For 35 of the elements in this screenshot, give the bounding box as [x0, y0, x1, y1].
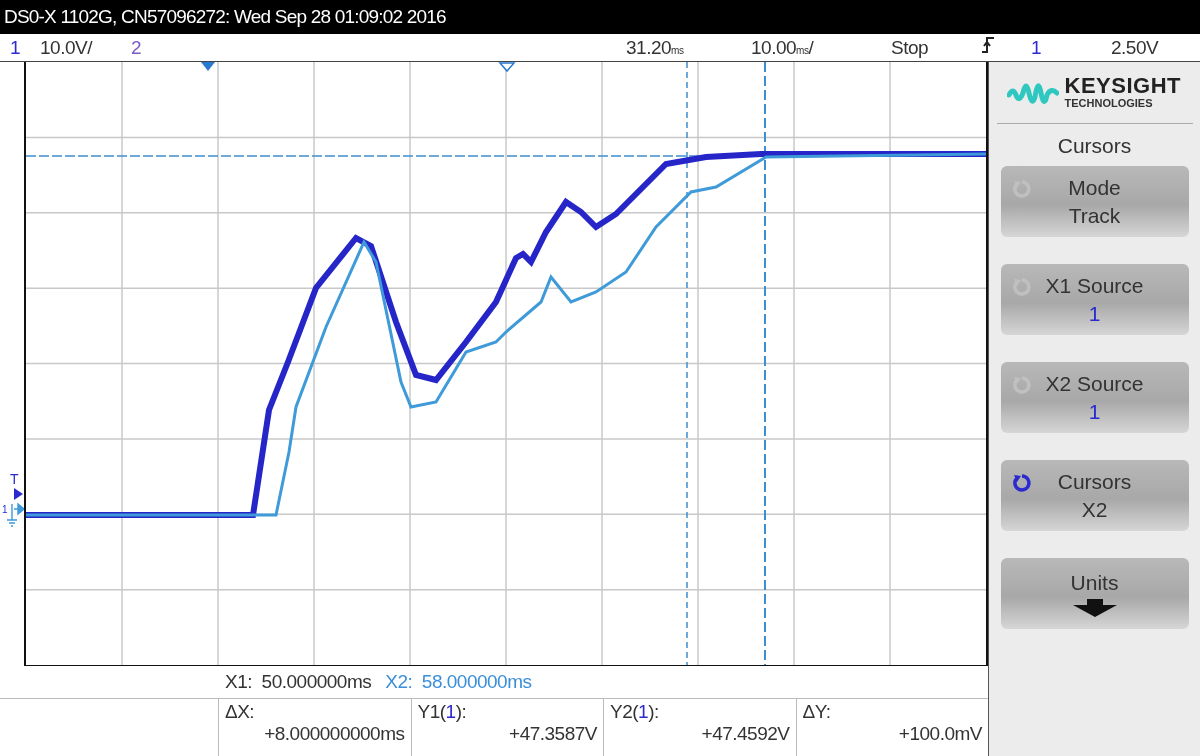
run-state: Stop: [891, 36, 930, 59]
trigger-label: T: [10, 472, 19, 486]
softkey[interactable]: Mode Track: [1000, 166, 1189, 237]
cursor-readout: X2: 58.000000ms: [385, 671, 532, 693]
softkey[interactable]: X2 Source 1: [1000, 362, 1189, 433]
rising-edge-icon: [981, 36, 995, 54]
measurement-value: +100.0mV: [898, 723, 982, 745]
measurement-value: +8.000000000ms: [264, 723, 405, 745]
brand-name: KEYSIGHT: [1064, 74, 1181, 97]
down-arrow-icon: [1072, 598, 1117, 617]
measurement-value: +47.3587V: [509, 723, 597, 745]
measurement-label: ΔY:: [802, 701, 831, 723]
trigger-position-marker-icon: [200, 62, 215, 71]
channel-marker: 1: [2, 505, 8, 515]
trigger-level-marker-icon: [14, 488, 23, 500]
time-reference-marker-icon: [498, 62, 516, 73]
softkey[interactable]: Cursors X2: [1000, 460, 1189, 531]
brand-subtitle: TECHNOLOGIES: [1064, 96, 1154, 111]
cursor-readout: X1: 50.000000ms: [225, 671, 372, 693]
measurement-label: Y1(1):: [417, 701, 467, 723]
measurement-label: ΔX:: [225, 701, 255, 723]
delay-readout: 31.20ms: [626, 36, 685, 59]
softkey[interactable]: X1 Source 1: [1000, 264, 1189, 335]
softkey[interactable]: Units: [1000, 558, 1189, 629]
trigger-source: 1: [1031, 36, 1043, 59]
ground-marker-icon: [6, 502, 24, 528]
measurement-label: Y2(1):: [610, 701, 659, 723]
window-title: DS0-X 1102G, CN57096272: Wed Sep 28 01:09:02 2016: [4, 6, 446, 28]
channel-scale[interactable]: 10.0V/: [40, 36, 131, 59]
trigger-level: 2.50V: [1111, 36, 1160, 59]
channel-number[interactable]: 1: [10, 36, 40, 59]
timebase-readout: 10.00ms/: [751, 36, 815, 59]
menu-title: Cursors: [1057, 134, 1132, 158]
channel-number[interactable]: 2: [131, 36, 626, 59]
measurement-value: +47.4592V: [701, 723, 790, 745]
